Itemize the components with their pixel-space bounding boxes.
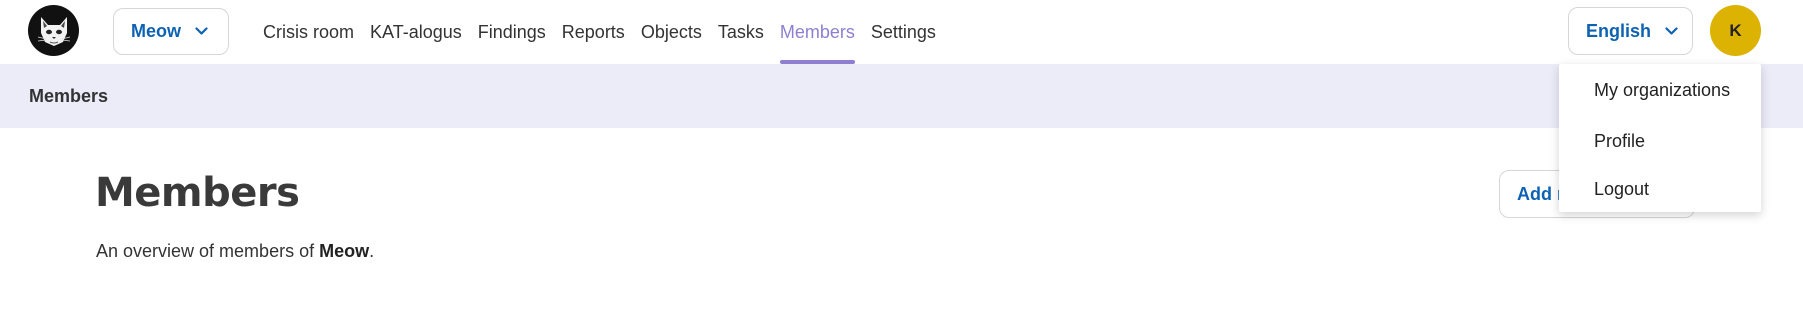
cat-logo-icon[interactable]	[28, 5, 79, 56]
nav-item-kat-alogus[interactable]: KAT-alogus	[362, 0, 470, 64]
nav-item-members[interactable]: Members	[772, 0, 863, 64]
chevron-down-icon	[1665, 26, 1678, 36]
intro-organization-name: Meow	[319, 241, 370, 261]
nav-item-reports[interactable]: Reports	[554, 0, 633, 64]
chevron-down-icon	[195, 27, 208, 36]
user-avatar-button[interactable]: K	[1710, 5, 1761, 56]
page-title: Members	[95, 170, 300, 216]
nav-item-crisis-room[interactable]: Crisis room	[255, 0, 362, 64]
breadcrumb-current: Members	[29, 85, 109, 106]
page-intro: An overview of members of Meow.	[96, 241, 374, 262]
menu-item-profile[interactable]: Profile	[1594, 131, 1645, 152]
language-selector[interactable]: English	[1568, 7, 1693, 55]
menu-item-my-organizations[interactable]: My organizations	[1594, 80, 1730, 101]
organization-selector[interactable]: Meow	[113, 8, 229, 55]
organization-selector-label: Meow	[131, 21, 182, 41]
intro-suffix: .	[369, 241, 375, 261]
user-menu-dropdown: My organizations Profile Logout	[1559, 64, 1761, 212]
avatar-initial: K	[1729, 20, 1742, 40]
language-selector-label: English	[1586, 20, 1652, 41]
intro-text: An overview of members of	[96, 241, 320, 261]
nav-item-objects[interactable]: Objects	[633, 0, 710, 64]
main-nav: Crisis room KAT-alogus Findings Reports …	[255, 0, 944, 64]
nav-item-findings[interactable]: Findings	[470, 0, 554, 64]
top-navigation-bar: Meow Crisis room KAT-alogus Findings Rep…	[0, 0, 1803, 64]
breadcrumb: Members	[0, 64, 1803, 128]
menu-item-logout[interactable]: Logout	[1594, 179, 1649, 200]
nav-item-tasks[interactable]: Tasks	[710, 0, 772, 64]
nav-item-settings[interactable]: Settings	[863, 0, 944, 64]
